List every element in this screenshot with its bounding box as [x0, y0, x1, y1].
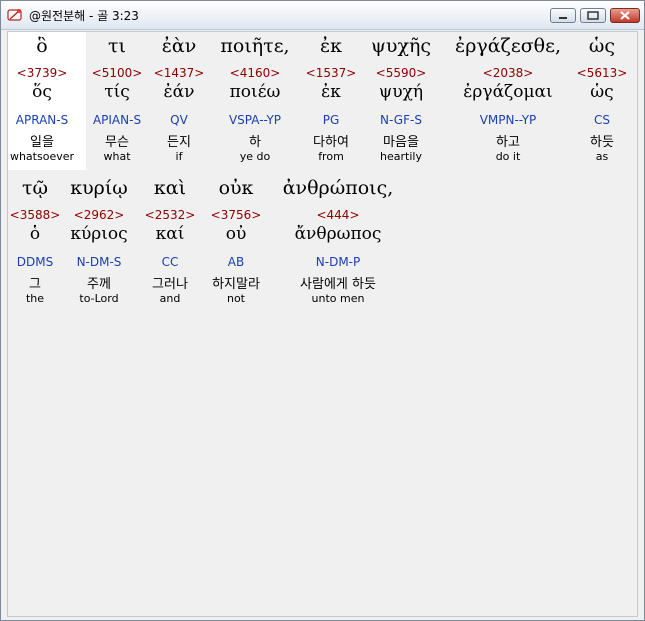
english-gloss: unto men	[311, 292, 365, 305]
morph-code[interactable]: PG	[296, 113, 366, 127]
korean-gloss: 그러나	[152, 277, 188, 292]
strong-number[interactable]: <3588>	[0, 208, 70, 222]
lemma: καί	[155, 224, 185, 244]
korean-gloss: 하	[249, 135, 261, 150]
maximize-icon	[587, 11, 599, 20]
morph-code[interactable]: VSPA--YP	[220, 113, 290, 127]
english-gloss: do it	[495, 150, 521, 163]
maximize-button[interactable]	[580, 8, 606, 23]
korean-gloss: 무슨	[105, 135, 129, 150]
greek-word: κυρίῳ	[70, 177, 128, 199]
strong-number[interactable]: <2962>	[64, 208, 134, 222]
strong-number[interactable]: <1537>	[296, 66, 366, 80]
lemma: ποιέω	[229, 82, 281, 102]
greek-word: οὐκ	[218, 177, 254, 199]
window-title: @원전분해 - 골 3:23	[29, 9, 139, 23]
korean-gloss: 하듯	[590, 135, 614, 150]
english-gloss: the	[25, 292, 45, 305]
app-window: @원전분해 - 골 3:23 ὃ <3739> ὅς APRAN-S 일을 wh…	[0, 0, 645, 621]
minimize-button[interactable]	[550, 8, 576, 23]
greek-word: ψυχῆς	[371, 35, 431, 57]
korean-gloss: 그	[29, 277, 41, 292]
lemma: κύριος	[70, 224, 128, 244]
close-icon	[620, 11, 630, 20]
lemma: ἐάν	[163, 82, 195, 102]
english-gloss: what	[103, 150, 131, 163]
lemma: ὁ	[29, 224, 41, 244]
greek-word: ἐργάζεσθε,	[455, 35, 561, 57]
english-gloss: whatsoever	[9, 150, 75, 163]
strong-number[interactable]: <444>	[278, 208, 398, 222]
morph-code[interactable]: CC	[135, 255, 205, 269]
strong-number[interactable]: <3756>	[201, 208, 271, 222]
strong-number[interactable]: <3739>	[7, 66, 77, 80]
lemma: ἐκ	[321, 82, 341, 102]
lemma: τίς	[104, 82, 130, 102]
korean-gloss: 하고	[496, 135, 520, 150]
morph-code[interactable]: N-GF-S	[366, 113, 436, 127]
strong-number[interactable]: <4160>	[220, 66, 290, 80]
morph-code[interactable]: CS	[574, 113, 630, 127]
morph-code[interactable]: N-DM-P	[278, 255, 398, 269]
morph-code[interactable]: APIAN-S	[82, 113, 152, 127]
lemma: ἄνθρωπος	[294, 224, 382, 244]
english-gloss: to-Lord	[79, 292, 119, 305]
english-gloss: not	[226, 292, 245, 305]
lemma: ὡς	[590, 82, 614, 102]
english-gloss: as	[595, 150, 609, 163]
korean-gloss: 다하여	[313, 135, 349, 150]
morph-code[interactable]: DDMS	[0, 255, 70, 269]
english-gloss: and	[159, 292, 181, 305]
morph-code[interactable]: N-DM-S	[64, 255, 134, 269]
strong-number[interactable]: <2038>	[448, 66, 568, 80]
lemma: ὅς	[32, 82, 52, 102]
greek-word: ἐκ	[319, 35, 343, 57]
greek-word: ὡς	[588, 35, 616, 57]
lemma: ἐργάζομαι	[463, 82, 553, 102]
minimize-icon	[559, 17, 567, 19]
lemma: οὐ	[225, 224, 247, 244]
greek-word: τῷ	[21, 177, 48, 199]
korean-gloss: 하지말라	[212, 277, 260, 292]
greek-word: τι	[108, 35, 126, 57]
morph-code[interactable]: AB	[201, 255, 271, 269]
strong-number[interactable]: <1437>	[144, 66, 214, 80]
title-bar[interactable]: @원전분해 - 골 3:23	[1, 1, 644, 30]
english-gloss: if	[175, 150, 183, 163]
korean-gloss: 주께	[87, 277, 111, 292]
english-gloss: heartily	[380, 150, 422, 163]
greek-word: ἐὰν	[161, 35, 197, 57]
bible-app-icon	[7, 9, 22, 21]
strong-number[interactable]: <5590>	[366, 66, 436, 80]
morph-code[interactable]: VMPN--YP	[448, 113, 568, 127]
greek-word: καὶ	[153, 177, 187, 199]
korean-gloss: 든지	[167, 135, 191, 150]
korean-gloss: 일을	[30, 135, 54, 150]
strong-number[interactable]: <2532>	[135, 208, 205, 222]
strong-number[interactable]: <5613>	[574, 66, 630, 80]
korean-gloss: 마음을	[383, 135, 419, 150]
english-gloss: from	[318, 150, 344, 163]
english-gloss: ye do	[239, 150, 271, 163]
close-button[interactable]	[610, 8, 640, 23]
interlinear-view[interactable]: ὃ <3739> ὅς APRAN-S 일을 whatsoever τι <51…	[7, 31, 638, 617]
lemma: ψυχή	[378, 82, 424, 102]
greek-word: ἀνθρώποις,	[282, 177, 394, 199]
korean-gloss: 사람에게 하듯	[300, 277, 376, 292]
strong-number[interactable]: <5100>	[82, 66, 152, 80]
greek-word: ποιῆτε,	[220, 35, 290, 57]
morph-code[interactable]: QV	[144, 113, 214, 127]
greek-word: ὃ	[36, 35, 48, 57]
morph-code[interactable]: APRAN-S	[7, 113, 77, 127]
